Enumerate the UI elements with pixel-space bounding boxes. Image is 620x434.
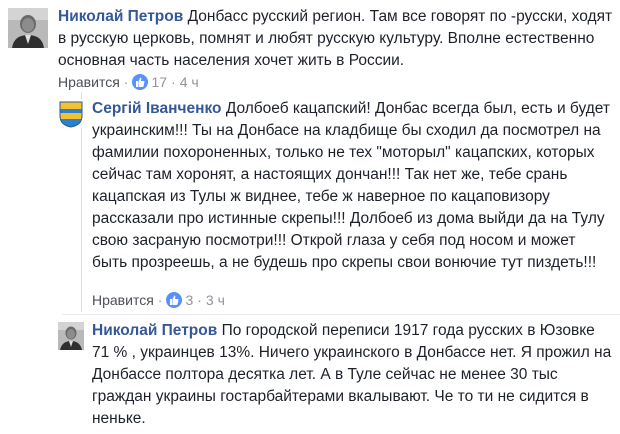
separator: · [171,74,176,90]
like-count[interactable]: 3 [185,292,193,308]
person-photo-icon [8,8,48,48]
like-button[interactable]: Нравится [58,74,120,90]
comment-author[interactable]: Сергій Іванченко [92,100,222,117]
comment-body: Николай Петров По городской переписи 191… [92,320,612,430]
avatar[interactable] [8,8,48,48]
timestamp[interactable]: 4 ч [180,74,199,90]
divider [62,314,620,315]
comment-actions: Нравится · 3 · 3 ч [92,292,225,308]
coat-of-arms-icon [58,100,84,128]
comment-author[interactable]: Николай Петров [92,322,217,339]
thumbs-up-icon[interactable] [166,292,183,308]
comment-body: Николай Петров Донбасс русский регион. Т… [58,6,618,72]
like-count[interactable]: 17 [151,74,167,90]
comment-actions: Нравится · 17 · 4 ч [58,74,199,90]
separator: · [197,292,202,308]
like-button[interactable]: Нравится [92,292,154,308]
separator: · [157,292,163,308]
avatar[interactable] [58,322,84,350]
comment-author[interactable]: Николай Петров [58,8,183,25]
thumbs-up-icon[interactable] [132,74,149,90]
separator: · [123,74,129,90]
timestamp[interactable]: 3 ч [206,292,225,308]
comment-body: Сергій Іванченко Долбоеб кацапский! Донб… [92,98,612,274]
comment-text: Долбоеб кацапский! Донбас всегда был, ес… [92,100,610,271]
avatar[interactable] [58,100,84,128]
person-photo-icon [58,322,84,350]
